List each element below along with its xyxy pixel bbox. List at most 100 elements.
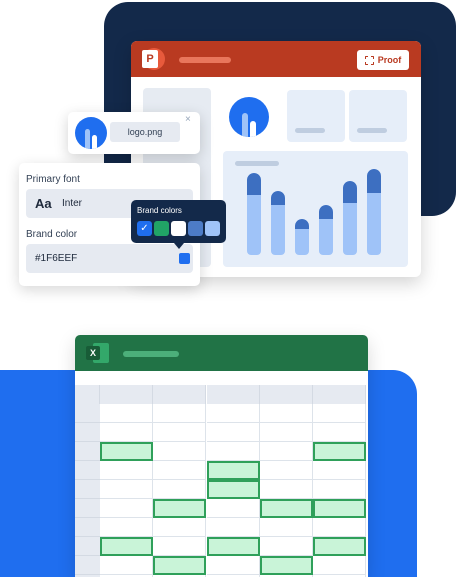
grid-cell[interactable] bbox=[313, 461, 366, 480]
font-name: Inter bbox=[62, 198, 83, 209]
chart-bar bbox=[271, 191, 285, 255]
brand-color-swatch[interactable] bbox=[179, 253, 190, 264]
grid-cell[interactable] bbox=[313, 518, 366, 537]
brand-color-field[interactable]: #1F6EEF bbox=[26, 244, 193, 273]
slide-card bbox=[349, 90, 407, 142]
document-title-placeholder bbox=[179, 57, 231, 63]
grid-cell[interactable] bbox=[100, 556, 153, 575]
highlighted-cell[interactable] bbox=[100, 442, 153, 461]
grid-cell[interactable] bbox=[313, 404, 366, 423]
slide-logo-avatar bbox=[229, 97, 269, 137]
grid-cell[interactable] bbox=[100, 461, 153, 480]
proof-label: Proof bbox=[377, 55, 402, 65]
highlighted-cell[interactable] bbox=[153, 556, 206, 575]
grid-cell[interactable] bbox=[153, 442, 206, 461]
row-header[interactable] bbox=[75, 480, 100, 499]
column-header[interactable] bbox=[260, 385, 313, 404]
row-header[interactable] bbox=[75, 537, 100, 556]
brand-color-chip[interactable] bbox=[188, 221, 203, 236]
grid-cell[interactable] bbox=[313, 480, 366, 499]
logo-thumbnail bbox=[75, 117, 107, 149]
grid-cell[interactable] bbox=[207, 423, 260, 442]
grid-cell[interactable] bbox=[100, 518, 153, 537]
grid-cell[interactable] bbox=[100, 480, 153, 499]
popup-caret bbox=[174, 243, 184, 249]
highlighted-cell[interactable] bbox=[207, 480, 260, 499]
grid-cell[interactable] bbox=[260, 442, 313, 461]
highlighted-cell[interactable] bbox=[207, 537, 260, 556]
excel-icon-letter: X bbox=[86, 346, 100, 360]
select-all-corner[interactable] bbox=[75, 385, 100, 404]
logo-file-card[interactable]: logo.png × bbox=[68, 112, 200, 154]
brand-color-chip[interactable] bbox=[154, 221, 169, 236]
brand-color-chip[interactable] bbox=[171, 221, 186, 236]
grid-cell[interactable] bbox=[260, 461, 313, 480]
grid-cell[interactable] bbox=[207, 518, 260, 537]
grid-cell[interactable] bbox=[260, 518, 313, 537]
highlighted-cell[interactable] bbox=[313, 499, 366, 518]
file-name: logo.png bbox=[110, 122, 180, 142]
workbook-title-placeholder bbox=[123, 351, 179, 357]
row-header[interactable] bbox=[75, 461, 100, 480]
row-header[interactable] bbox=[75, 499, 100, 518]
brand-colors-popup: Brand colors ✓ bbox=[131, 200, 226, 249]
column-header[interactable] bbox=[153, 385, 206, 404]
grid-cell[interactable] bbox=[313, 423, 366, 442]
powerpoint-titlebar: P Proof bbox=[131, 41, 421, 77]
brand-color-label: Brand color bbox=[26, 229, 78, 240]
column-header[interactable] bbox=[207, 385, 260, 404]
grid-cell[interactable] bbox=[207, 499, 260, 518]
excel-window: X bbox=[75, 335, 368, 577]
brand-color-chip[interactable] bbox=[205, 221, 220, 236]
highlighted-cell[interactable] bbox=[260, 499, 313, 518]
highlighted-cell[interactable] bbox=[313, 537, 366, 556]
brand-colors-title: Brand colors bbox=[137, 206, 182, 215]
brand-color-chip-selected[interactable]: ✓ bbox=[137, 221, 152, 236]
proof-button[interactable]: Proof bbox=[357, 50, 409, 70]
frame-icon bbox=[364, 55, 374, 65]
grid-cell[interactable] bbox=[153, 518, 206, 537]
chart-bar bbox=[247, 173, 261, 255]
grid-cell[interactable] bbox=[153, 537, 206, 556]
highlighted-cell[interactable] bbox=[153, 499, 206, 518]
grid-cell[interactable] bbox=[260, 537, 313, 556]
slide-card bbox=[287, 90, 345, 142]
row-header[interactable] bbox=[75, 518, 100, 537]
grid-cell[interactable] bbox=[153, 480, 206, 499]
row-header[interactable] bbox=[75, 442, 100, 461]
row-header[interactable] bbox=[75, 404, 100, 423]
grid-cell[interactable] bbox=[207, 556, 260, 575]
column-header[interactable] bbox=[100, 385, 153, 404]
grid-cell[interactable] bbox=[153, 461, 206, 480]
chart-bar bbox=[319, 205, 333, 255]
slide-bar-chart bbox=[223, 151, 408, 267]
grid-cell[interactable] bbox=[260, 404, 313, 423]
powerpoint-icon-letter: P bbox=[142, 50, 158, 68]
chart-title-placeholder bbox=[235, 161, 279, 166]
font-sample: Aa bbox=[35, 196, 52, 211]
row-header[interactable] bbox=[75, 556, 100, 575]
chart-bar bbox=[343, 181, 357, 255]
row-header[interactable] bbox=[75, 423, 100, 442]
close-icon[interactable]: × bbox=[185, 114, 191, 126]
grid-cell[interactable] bbox=[313, 556, 366, 575]
grid-cell[interactable] bbox=[207, 442, 260, 461]
chart-bar bbox=[367, 169, 381, 255]
grid-cell[interactable] bbox=[260, 480, 313, 499]
grid-cell[interactable] bbox=[100, 499, 153, 518]
grid-cell[interactable] bbox=[153, 423, 206, 442]
chart-bar bbox=[295, 219, 309, 255]
highlighted-cell[interactable] bbox=[260, 556, 313, 575]
grid-cell[interactable] bbox=[207, 404, 260, 423]
grid-cell[interactable] bbox=[260, 423, 313, 442]
primary-font-label: Primary font bbox=[26, 174, 80, 185]
grid-cell[interactable] bbox=[153, 404, 206, 423]
excel-icon: X bbox=[86, 343, 109, 363]
highlighted-cell[interactable] bbox=[207, 461, 260, 480]
grid-cell[interactable] bbox=[100, 423, 153, 442]
highlighted-cell[interactable] bbox=[313, 442, 366, 461]
grid-cell[interactable] bbox=[100, 404, 153, 423]
brand-color-hex: #1F6EEF bbox=[35, 253, 78, 264]
column-header[interactable] bbox=[313, 385, 366, 404]
highlighted-cell[interactable] bbox=[100, 537, 153, 556]
